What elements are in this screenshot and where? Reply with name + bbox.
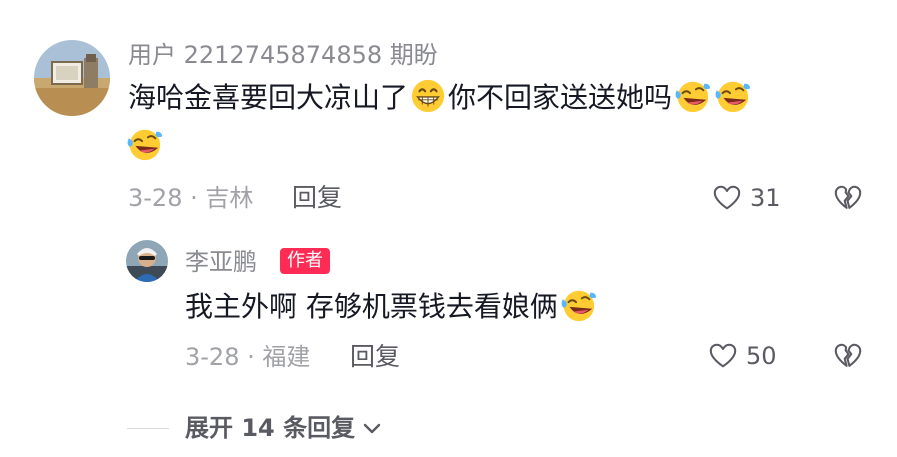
reply-text: 我主外啊 存够机票钱去看娘俩 [185,285,598,329]
laugh-cry-emoji [559,286,597,324]
reply-dislike-button[interactable] [833,341,863,375]
heart-icon [708,341,738,371]
heart-icon [712,183,742,213]
dislike-button[interactable] [833,183,863,217]
laugh-cry-emoji [125,125,163,163]
reply-text-content: 我主外啊 存够机票钱去看娘俩 [185,290,558,323]
reply-avatar[interactable] [126,240,168,282]
reply-date-location: 3-28 · 福建 [185,343,311,371]
divider-line [127,427,169,429]
reply-like-button[interactable]: 50 [708,341,777,371]
broken-heart-icon [833,183,863,213]
like-count: 31 [750,184,781,212]
chevron-down-icon [363,423,381,434]
expand-replies-label: 展开 14 条回复 [185,414,356,442]
reply-reply-button[interactable]: 回复 [350,344,400,369]
expand-replies-button[interactable]: 展开 14 条回复 [127,416,383,440]
reply-username[interactable]: 李亚鹏 [185,250,257,274]
like-button[interactable]: 31 [712,183,781,213]
comment-text: 海哈金喜要回大凉山了 你不回家送送她吗 [128,76,752,120]
comment-text-line2 [125,124,164,168]
broken-heart-icon [833,341,863,371]
avatar[interactable] [34,40,110,116]
reply-like-count: 50 [746,342,777,370]
grin-emoji [409,77,447,115]
laugh-cry-emoji [713,77,751,115]
laugh-cry-emoji [673,77,711,115]
comment-text-part1: 海哈金喜要回大凉山了 [128,81,409,114]
author-badge: 作者 [280,248,330,274]
comment-username[interactable]: 用户 2212745874858 期盼 [128,43,438,67]
reply-button[interactable]: 回复 [292,185,342,210]
comment-date-location: 3-28 · 吉林 [128,184,254,212]
comment-text-part2: 你不回家送送她吗 [448,81,673,114]
